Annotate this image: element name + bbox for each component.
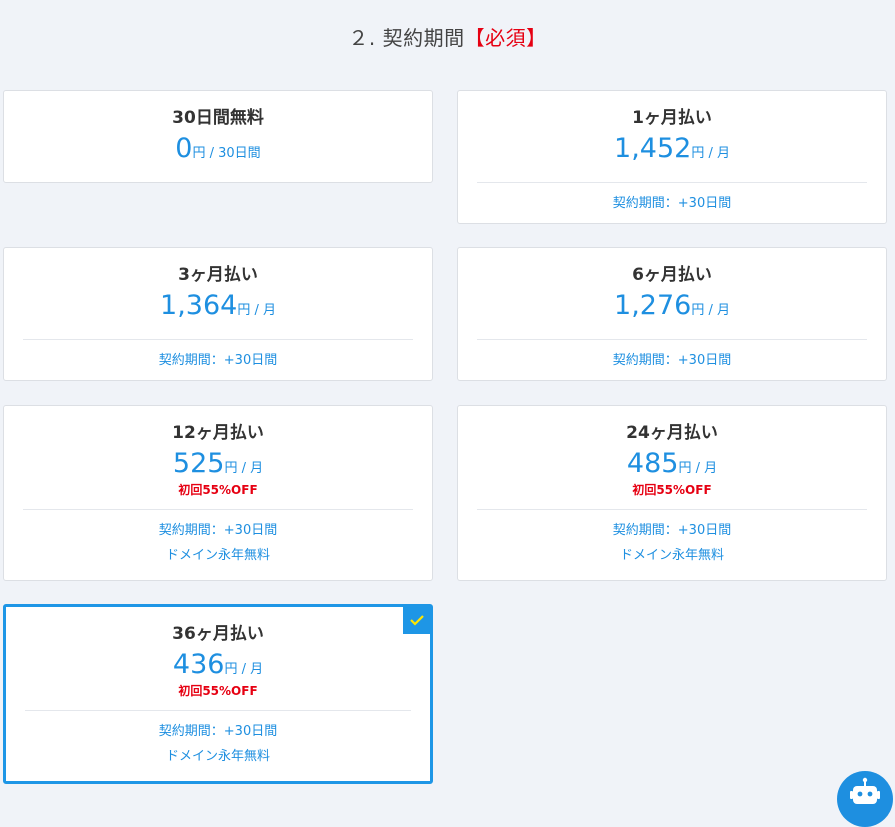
section-title-label: ２. 契約期間 (348, 26, 465, 50)
chatbot-button[interactable] (837, 771, 893, 827)
price-unit: 円 (192, 146, 206, 161)
required-badge: 【必須】 (464, 26, 547, 50)
price-amount: 1,364 (160, 290, 238, 321)
contract-period-info: 契約期間：+30日間 (158, 523, 278, 538)
plan-price: 525円 / 月 (4, 448, 432, 485)
contract-period-info: 契約期間：+30日間 (612, 196, 732, 211)
plan-price: 1,364円 / 月 (4, 290, 432, 327)
plan-card-6-months[interactable]: 6ヶ月払い 1,276円 / 月 契約期間：+30日間 (457, 247, 887, 381)
price-unit: 円 (678, 461, 692, 476)
plan-card-3-months[interactable]: 3ヶ月払い 1,364円 / 月 契約期間：+30日間 (3, 247, 433, 381)
plan-price: 436円 / 月 (6, 649, 430, 686)
price-amount: 1,276 (614, 290, 692, 321)
divider (23, 509, 413, 510)
robot-icon (850, 777, 880, 804)
divider (477, 182, 867, 183)
domain-free-info: ドメイン永年無料 (165, 749, 270, 764)
plan-card-1-month[interactable]: 1ヶ月払い 1,452円 / 月 契約期間：+30日間 (457, 90, 887, 224)
plan-name: 36ヶ月払い (172, 624, 264, 644)
price-amount: 525 (172, 448, 225, 479)
price-period: / 月 (250, 303, 276, 318)
plan-price: 0円 / 30日間 (4, 133, 432, 170)
divider (477, 509, 867, 510)
check-icon (410, 615, 424, 626)
price-unit: 円 (224, 662, 238, 677)
price-amount: 436 (172, 649, 225, 680)
price-period: / 月 (704, 146, 730, 161)
plan-price: 1,452円 / 月 (458, 133, 886, 170)
price-unit: 円 (691, 303, 705, 318)
price-unit: 円 (691, 146, 705, 161)
plan-name: 12ヶ月払い (172, 423, 264, 443)
plan-card-24-months[interactable]: 24ヶ月払い 485円 / 月 初回55%OFF 契約期間：+30日間 ドメイン… (457, 405, 887, 581)
plan-card-36-months[interactable]: 36ヶ月払い 436円 / 月 初回55%OFF 契約期間：+30日間 ドメイン… (3, 604, 433, 784)
discount-badge: 初回55%OFF (178, 684, 258, 698)
domain-free-info: ドメイン永年無料 (619, 548, 724, 563)
price-amount: 1,452 (614, 133, 692, 164)
plan-name: 6ヶ月払い (632, 265, 712, 285)
contract-period-info: 契約期間：+30日間 (158, 724, 278, 739)
plan-card-12-months[interactable]: 12ヶ月払い 525円 / 月 初回55%OFF 契約期間：+30日間 ドメイン… (3, 405, 433, 581)
discount-badge: 初回55%OFF (632, 483, 712, 497)
price-amount: 485 (626, 448, 679, 479)
price-unit: 円 (237, 303, 251, 318)
price-period: / 月 (237, 461, 264, 476)
selected-check-badge (403, 606, 431, 634)
price-period: / 30日間 (205, 146, 261, 161)
divider (477, 339, 867, 340)
price-unit: 円 (224, 461, 238, 476)
price-period: / 月 (691, 461, 718, 476)
divider (25, 710, 411, 711)
contract-period-info: 契約期間：+30日間 (612, 523, 732, 538)
plan-name: 24ヶ月払い (626, 423, 718, 443)
plan-card-free[interactable]: 30日間無料 0円 / 30日間 (3, 90, 433, 183)
price-period: / 月 (704, 303, 730, 318)
contract-period-info: 契約期間：+30日間 (158, 353, 278, 368)
discount-badge: 初回55%OFF (178, 483, 258, 497)
section-title: ２. 契約期間【必須】 (0, 22, 895, 51)
price-period: / 月 (237, 662, 264, 677)
contract-period-info: 契約期間：+30日間 (612, 353, 732, 368)
plan-name: 1ヶ月払い (632, 108, 712, 128)
plan-name: 3ヶ月払い (178, 265, 258, 285)
divider (23, 339, 413, 340)
domain-free-info: ドメイン永年無料 (165, 548, 270, 563)
plan-price: 485円 / 月 (458, 448, 886, 485)
plan-price: 1,276円 / 月 (458, 290, 886, 327)
plan-name: 30日間無料 (172, 108, 264, 128)
price-amount: 0 (175, 133, 193, 164)
